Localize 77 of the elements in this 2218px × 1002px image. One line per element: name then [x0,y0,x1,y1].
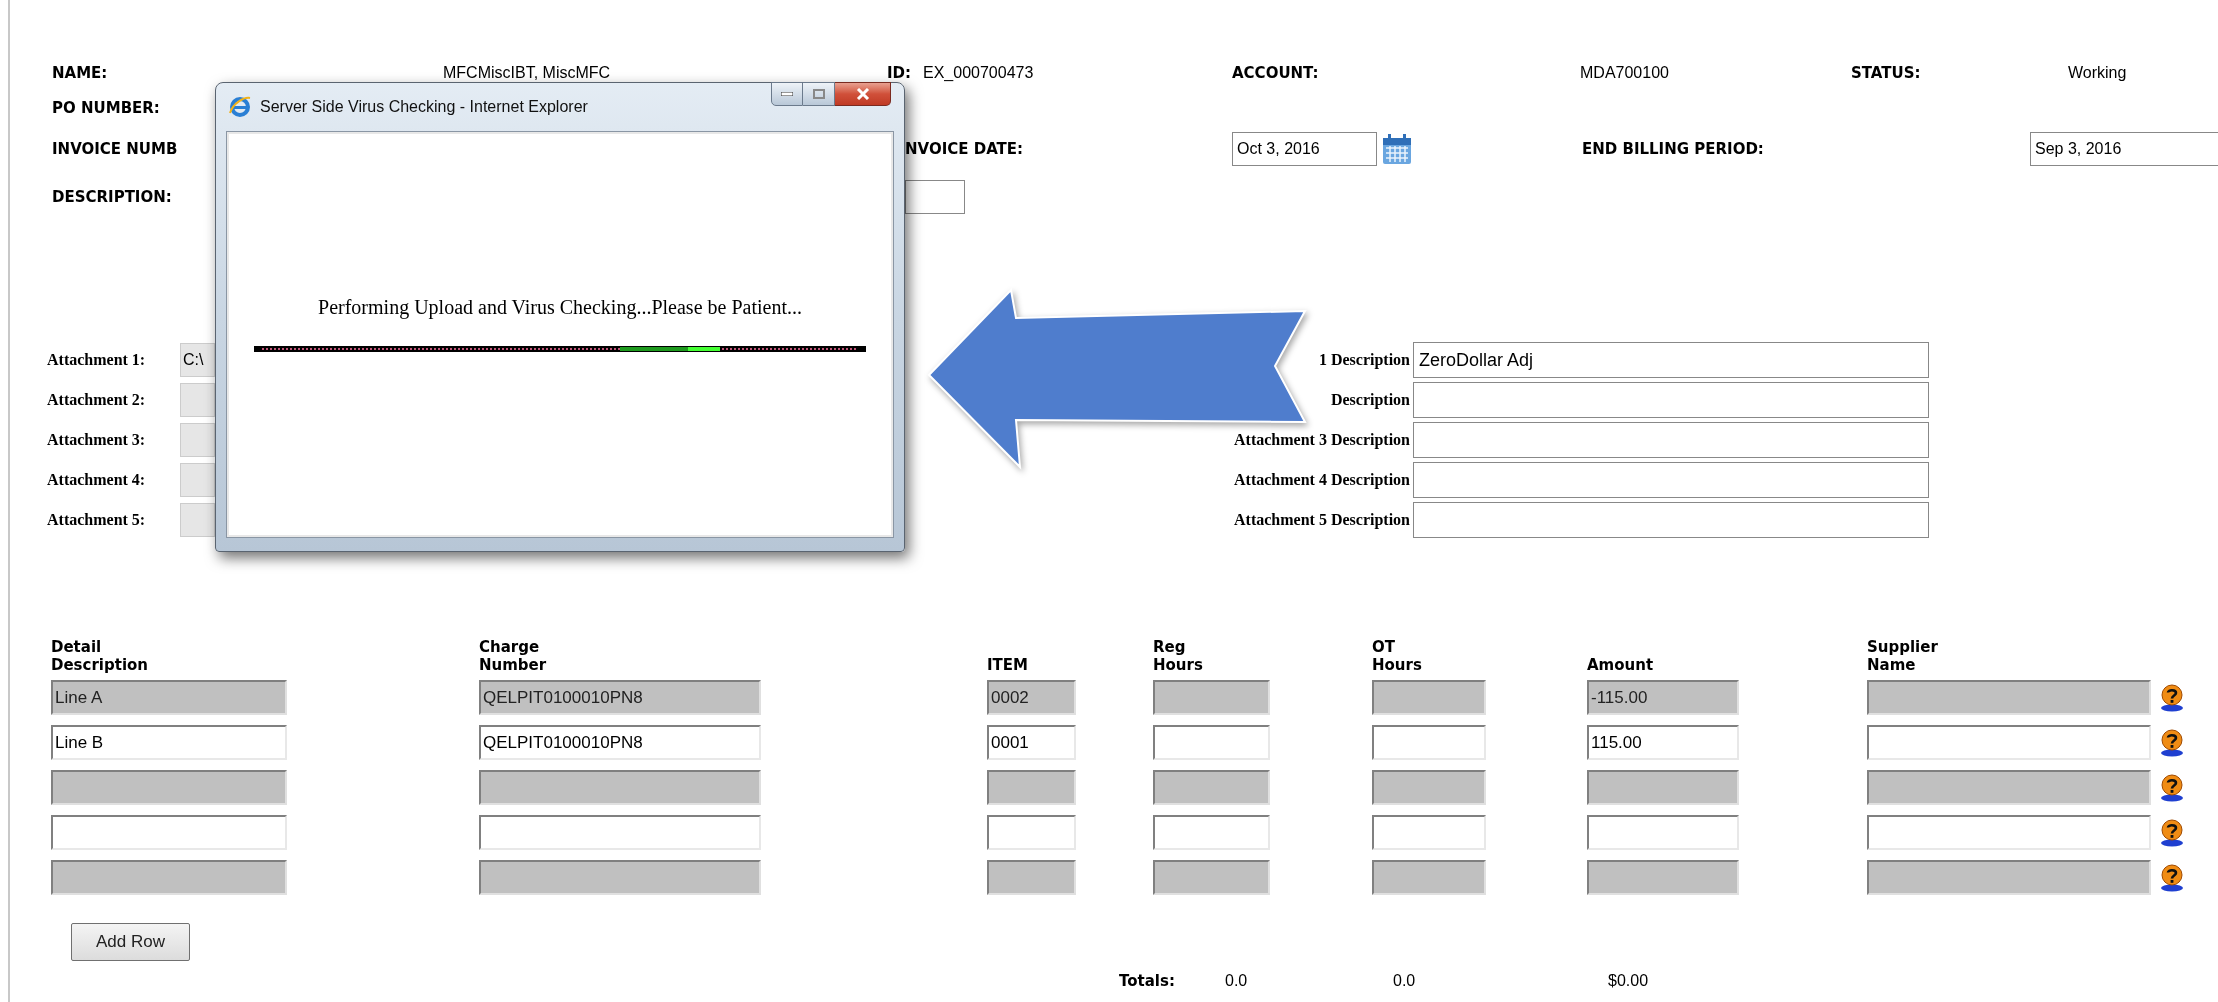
description-label: Attachment 4 Description [1234,470,1410,491]
minimize-button[interactable] [771,82,803,106]
table-input[interactable] [1587,815,1739,850]
field-label: INVOICE NUMB [52,138,178,160]
attachment-label: Attachment 1: [47,350,147,370]
field-value: MDA700100 [1580,63,1669,83]
total-value: 0.0 [1225,971,1249,991]
description-label: 1 Description [1318,350,1410,371]
attachment-label: Attachment 4: [47,470,147,490]
total-value: 0.0 [1393,971,1417,991]
total-value: $0.00 [1608,971,1650,991]
column-header: ITEM [987,656,1028,674]
table-input[interactable] [1867,725,2151,760]
field-value: MFCMiscIBT, MiscMFC [443,63,611,83]
file-field[interactable] [180,423,215,457]
help-icon[interactable] [2159,728,2185,757]
column-header: Charge Number [479,638,547,674]
description-field[interactable]: ZeroDollar Adj [1413,342,1929,378]
field-label: ID: [887,62,912,84]
file-field[interactable] [180,383,215,417]
help-icon[interactable] [2159,773,2185,802]
maximize-icon [812,89,825,99]
column-header: OT Hours [1372,638,1422,674]
help-icon[interactable] [2159,818,2185,847]
description-label: Attachment 5 Description [1234,510,1410,531]
field-label: PO NUMBER: [52,97,160,119]
field-label: DESCRIPTION: [52,186,172,208]
attachment-label: Attachment 5: [47,510,147,530]
table-input[interactable] [1372,725,1486,760]
description-field[interactable] [1413,462,1929,498]
help-icon[interactable] [2159,683,2185,712]
table-input[interactable] [479,815,761,850]
close-icon [855,88,870,100]
field-value: EX_000700473 [923,63,1034,83]
table-input[interactable]: 115.00 [1587,725,1739,760]
column-header: Supplier Name [1867,638,1938,674]
field-label: STATUS: [1851,62,1921,84]
maximize-button[interactable] [803,82,835,106]
table-input[interactable] [51,815,287,850]
description-field[interactable] [1413,382,1929,418]
add-row-button[interactable]: Add Row [71,923,190,961]
table-input[interactable] [1153,725,1270,760]
text-field[interactable]: Sep 3, 2016 [2030,132,2218,166]
minimize-icon [781,92,793,96]
field-label: END BILLING PERIOD: [1582,138,1764,160]
description-field[interactable] [1413,422,1929,458]
status-message: Performing Upload and Virus Checking...Please be Patient... [318,295,802,321]
attachment-label: Attachment 3: [47,430,147,450]
table-input[interactable] [1372,815,1486,850]
text-field[interactable] [905,180,965,214]
file-field[interactable]: C:\ [180,343,215,377]
table-input[interactable]: 0001 [987,725,1076,760]
table-input[interactable] [1153,815,1270,850]
column-header: Reg Hours [1153,638,1203,674]
description-field[interactable] [1413,502,1929,538]
totals-label: Totals: [1119,970,1176,992]
field-label: ACCOUNT: [1232,62,1319,84]
field-label: NAME: [52,62,108,84]
calendar-icon[interactable] [1382,133,1412,165]
table-input[interactable] [1867,815,2151,850]
close-button[interactable] [835,82,891,106]
description-label: Description [1330,390,1410,411]
date-field[interactable]: Oct 3, 2016 [1232,132,1377,166]
field-label: NVOICE DATE: [905,138,1024,160]
window-title: Server Side Virus Checking - Internet Explorer [260,97,588,117]
field-value: Working [2068,63,2127,83]
attachment-label: Attachment 2: [47,390,147,410]
file-field[interactable] [180,463,215,497]
column-header: Detail Description [51,638,148,674]
table-input[interactable]: Line B [51,725,287,760]
help-icon[interactable] [2159,863,2185,892]
table-input[interactable]: QELPIT0100010PN8 [479,725,761,760]
description-label: Attachment 3 Description [1234,430,1410,451]
browser-icon [228,95,252,119]
table-input[interactable] [987,815,1076,850]
file-field[interactable] [180,503,215,537]
column-header: Amount [1587,656,1654,674]
